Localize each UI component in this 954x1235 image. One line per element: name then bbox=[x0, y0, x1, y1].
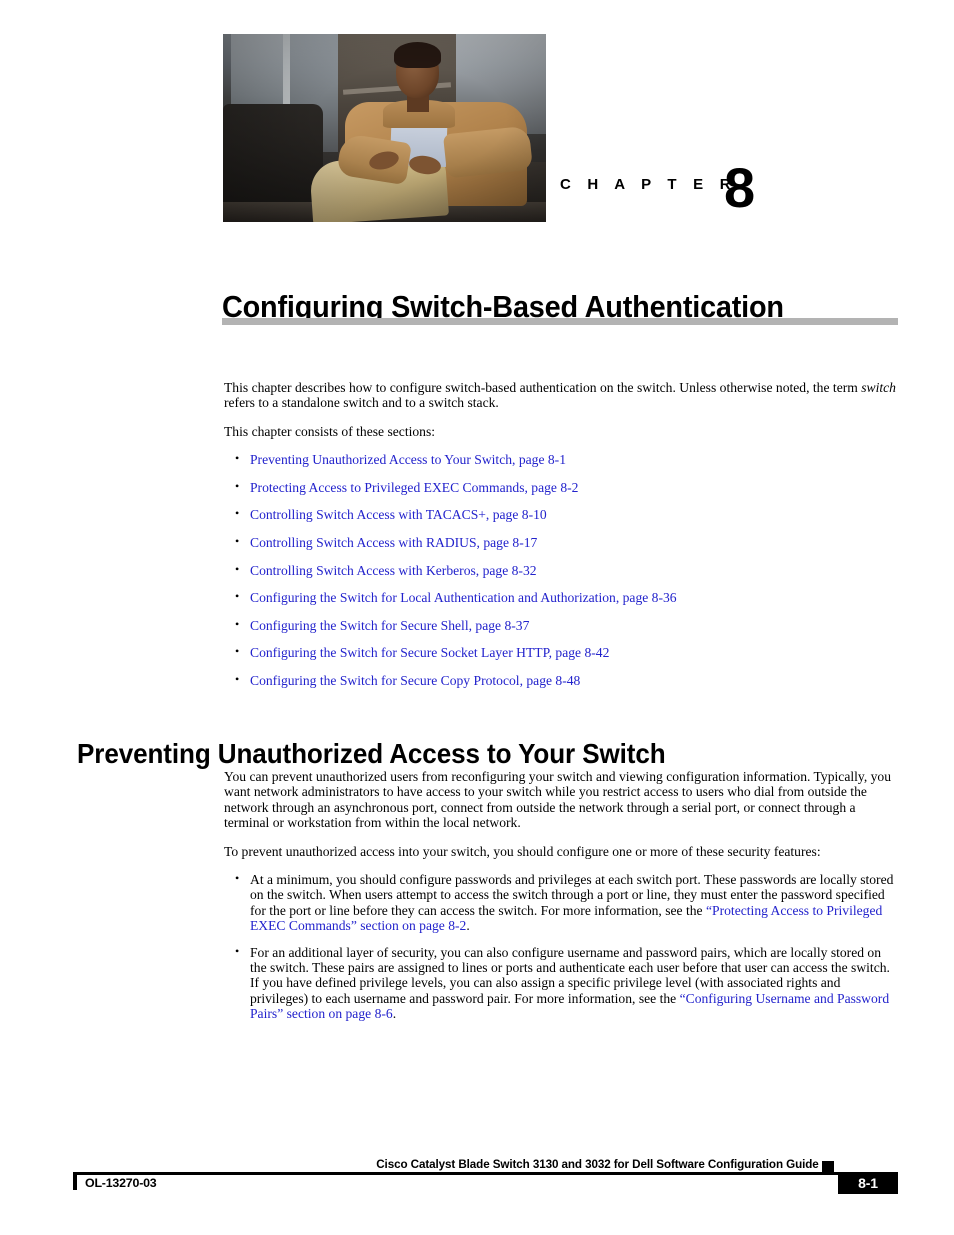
intro-p1-italic: switch bbox=[861, 380, 896, 395]
section-paragraph-1: You can prevent unauthorized users from … bbox=[224, 769, 892, 831]
security-features-list: At a minimum, you should configure passw… bbox=[224, 871, 898, 1022]
chapter-opener-photo bbox=[223, 34, 546, 222]
chapter-label: C H A P T E R bbox=[560, 176, 737, 193]
section-paragraph-2: To prevent unauthorized access into your… bbox=[224, 843, 821, 859]
intro-p1-part2: refers to a standalone switch and to a s… bbox=[224, 395, 499, 411]
footer-divider bbox=[73, 1172, 855, 1175]
title-divider bbox=[222, 318, 898, 325]
document-page: C H A P T E R 8 Configuring Switch-Based… bbox=[0, 0, 954, 1235]
page-number: 8-1 bbox=[838, 1172, 898, 1194]
section-heading: Preventing Unauthorized Access to Your S… bbox=[77, 738, 666, 770]
footer-left-tick bbox=[73, 1172, 77, 1190]
footer-guide-title: Cisco Catalyst Blade Switch 3130 and 303… bbox=[376, 1157, 819, 1171]
toc-link[interactable]: Configuring the Switch for Secure Socket… bbox=[250, 645, 609, 660]
list-item[interactable]: Preventing Unauthorized Access to Your S… bbox=[224, 451, 896, 467]
chapter-sections-list: Preventing Unauthorized Access to Your S… bbox=[224, 451, 896, 688]
list-item[interactable]: Configuring the Switch for Secure Socket… bbox=[224, 644, 896, 660]
toc-link[interactable]: Protecting Access to Privileged EXEC Com… bbox=[250, 480, 578, 495]
intro-paragraph-1: This chapter describes how to configure … bbox=[224, 380, 896, 411]
intro-p1-part1: This chapter describes how to configure … bbox=[224, 380, 862, 395]
list-item[interactable]: Configuring the Switch for Secure Copy P… bbox=[224, 672, 896, 688]
toc-link[interactable]: Controlling Switch Access with Kerberos,… bbox=[250, 563, 537, 578]
list-item[interactable]: Protecting Access to Privileged EXEC Com… bbox=[224, 479, 896, 495]
toc-link[interactable]: Configuring the Switch for Local Authent… bbox=[250, 590, 677, 605]
toc-link[interactable]: Controlling Switch Access with TACACS+, … bbox=[250, 507, 547, 522]
toc-link[interactable]: Configuring the Switch for Secure Shell,… bbox=[250, 618, 529, 633]
list-item: For an additional layer of security, you… bbox=[224, 944, 898, 1022]
list-item[interactable]: Controlling Switch Access with TACACS+, … bbox=[224, 506, 896, 522]
bullet-text-after: . bbox=[466, 918, 470, 934]
list-item[interactable]: Configuring the Switch for Secure Shell,… bbox=[224, 617, 896, 633]
list-item[interactable]: Controlling Switch Access with RADIUS, p… bbox=[224, 534, 896, 550]
list-item[interactable]: Controlling Switch Access with Kerberos,… bbox=[224, 562, 896, 578]
section-block: You can prevent unauthorized users from … bbox=[224, 769, 898, 1033]
list-item[interactable]: Configuring the Switch for Local Authent… bbox=[224, 589, 896, 605]
list-item: At a minimum, you should configure passw… bbox=[224, 871, 898, 934]
bullet-text-after: . bbox=[392, 1006, 397, 1022]
chapter-number: 8 bbox=[724, 156, 756, 219]
toc-link[interactable]: Configuring the Switch for Secure Copy P… bbox=[250, 673, 580, 688]
toc-link[interactable]: Preventing Unauthorized Access to Your S… bbox=[250, 452, 566, 467]
intro-paragraph-2: This chapter consists of these sections: bbox=[224, 423, 436, 439]
toc-link[interactable]: Controlling Switch Access with RADIUS, p… bbox=[250, 535, 537, 550]
intro-block: This chapter describes how to configure … bbox=[224, 380, 896, 701]
footer-marker-square bbox=[822, 1161, 834, 1175]
photo-vignette bbox=[223, 34, 546, 222]
footer-part-number: OL-13270-03 bbox=[85, 1176, 157, 1190]
